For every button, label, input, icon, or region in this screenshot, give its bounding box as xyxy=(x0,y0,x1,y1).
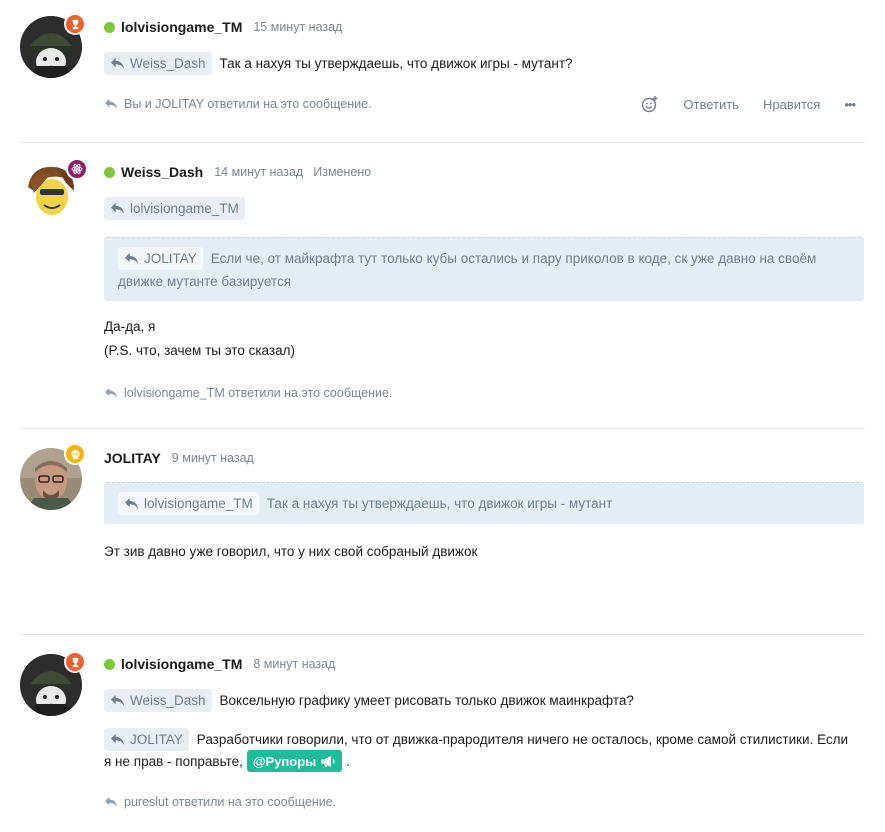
timestamp[interactable]: 15 минут назад xyxy=(253,20,342,34)
message-text: Разработчики говорили, что от движка-пра… xyxy=(196,732,849,747)
replied-note[interactable]: Вы и JOLITAY ответили на это сообщение. xyxy=(104,97,372,111)
message-text: Так а нахуя ты утверждаешь, что движок и… xyxy=(219,56,573,71)
quote-block: JOLITAY Если че, от майкрафта тут только… xyxy=(104,237,864,301)
username[interactable]: lolvisiongame_TM xyxy=(121,656,242,672)
quote-text: Так а нахуя ты утверждаешь, что движок и… xyxy=(266,496,613,511)
post-header: JOLITAY 9 минут назад xyxy=(104,448,264,468)
mention-label: Weiss_Dash xyxy=(130,56,206,71)
reply-arrow-icon xyxy=(104,98,118,110)
group-mention-label: @Рупоры xyxy=(252,753,317,769)
reply-arrow-icon xyxy=(110,733,125,746)
post-3: JOLITAY 9 минут назад lolvisiongame_TM Т… xyxy=(0,429,885,634)
online-indicator xyxy=(104,166,115,178)
quote-line: lolvisiongame_TM Так а нахуя ты утвержда… xyxy=(118,492,864,515)
replied-note-text: Вы и JOLITAY ответили на это сообщение. xyxy=(124,97,372,111)
skull-badge-icon xyxy=(64,443,86,465)
reply-mention-chip[interactable]: lolvisiongame_TM xyxy=(104,197,245,220)
group-mention-tag[interactable]: @Рупоры xyxy=(246,750,343,772)
reply-line: JOLITAY Разработчики говорили, что от дв… xyxy=(104,728,848,751)
reply-arrow-icon xyxy=(110,202,125,215)
post-header: lolvisiongame_TM 15 минут назад xyxy=(104,17,352,37)
message-line: (P.S. что, зачем ты это сказал) xyxy=(104,343,295,358)
reply-arrow-icon xyxy=(104,387,118,399)
reply-line-continued: я не прав - поправьте, @Рупоры . xyxy=(104,750,350,772)
reply-arrow-icon xyxy=(124,497,139,510)
post-4: lolvisiongame_TM 8 минут назад Weiss_Das… xyxy=(0,635,885,832)
online-indicator xyxy=(104,658,115,670)
post-1: lolvisiongame_TM 15 минут назад Weiss_Da… xyxy=(0,0,885,142)
replied-note-text: pureslut ответили на это сообщение. xyxy=(124,795,337,809)
like-button[interactable]: Нравится xyxy=(763,97,820,112)
edited-label[interactable]: Изменено xyxy=(313,165,371,179)
timestamp[interactable]: 9 минут назад xyxy=(172,451,254,465)
reply-line: Weiss_Dash Так а нахуя ты утверждаешь, ч… xyxy=(104,52,573,75)
message-text: Воксельную графику умеет рисовать только… xyxy=(219,693,634,708)
mention-label: lolvisiongame_TM xyxy=(130,201,239,216)
reply-mention-chip[interactable]: Weiss_Dash xyxy=(104,689,212,712)
trophy-badge-icon xyxy=(64,13,86,35)
post-header: lolvisiongame_TM 8 минут назад xyxy=(104,654,345,674)
atom-badge-icon xyxy=(66,158,88,180)
replied-note[interactable]: pureslut ответили на это сообщение. xyxy=(104,795,336,809)
reply-line: Weiss_Dash Воксельную графику умеет рисо… xyxy=(104,689,634,712)
quote-line: JOLITAY Если че, от майкрафта тут только… xyxy=(118,247,864,270)
replied-note[interactable]: lolvisiongame_TM ответили на это сообщен… xyxy=(104,386,392,400)
reply-arrow-icon xyxy=(110,57,125,70)
username[interactable]: lolvisiongame_TM xyxy=(121,19,242,35)
reply-arrow-icon xyxy=(110,694,125,707)
quote-author: JOLITAY xyxy=(144,251,197,266)
add-reaction-icon[interactable] xyxy=(641,95,659,113)
reply-button[interactable]: Ответить xyxy=(683,97,739,112)
message-body: Да-да, я (P.S. что, зачем ты это сказал) xyxy=(104,315,295,363)
reply-arrow-icon xyxy=(124,252,139,265)
message-text: я не прав - поправьте, xyxy=(104,753,243,769)
quote-text-line2: движке мутанте базируется xyxy=(118,274,292,289)
mention-label: JOLITAY xyxy=(130,732,183,747)
quote-author-chip[interactable]: JOLITAY xyxy=(118,247,203,270)
post-2: Weiss_Dash 14 минут назад Изменено lolvi… xyxy=(0,143,885,428)
post-header: Weiss_Dash 14 минут назад Изменено xyxy=(104,162,381,182)
post-actions: Ответить Нравится ••• xyxy=(641,95,856,113)
reply-mention-chip[interactable]: JOLITAY xyxy=(104,728,189,751)
message-text: . xyxy=(346,753,351,769)
megaphone-icon xyxy=(321,755,335,767)
message-body: Эт зив давно уже говорил, что у них свой… xyxy=(104,544,478,559)
online-indicator xyxy=(104,21,115,33)
mention-label: Weiss_Dash xyxy=(130,693,206,708)
username[interactable]: Weiss_Dash xyxy=(121,164,203,180)
reply-line: lolvisiongame_TM xyxy=(104,197,253,220)
replied-note-text: lolvisiongame_TM ответили на это сообщен… xyxy=(124,386,393,400)
trophy-badge-icon xyxy=(64,651,86,673)
timestamp[interactable]: 14 минут назад xyxy=(214,165,303,179)
quote-author-chip[interactable]: lolvisiongame_TM xyxy=(118,492,259,515)
quote-author: lolvisiongame_TM xyxy=(144,496,253,511)
username[interactable]: JOLITAY xyxy=(104,450,161,466)
reply-mention-chip[interactable]: Weiss_Dash xyxy=(104,52,212,75)
quote-text-line1: Если че, от майкрафта тут только кубы ос… xyxy=(210,251,817,266)
more-options-icon[interactable]: ••• xyxy=(844,97,856,112)
quote-block: lolvisiongame_TM Так а нахуя ты утвержда… xyxy=(104,482,864,524)
reply-arrow-icon xyxy=(104,796,118,808)
message-line: Да-да, я xyxy=(104,319,156,334)
timestamp[interactable]: 8 минут назад xyxy=(253,657,335,671)
